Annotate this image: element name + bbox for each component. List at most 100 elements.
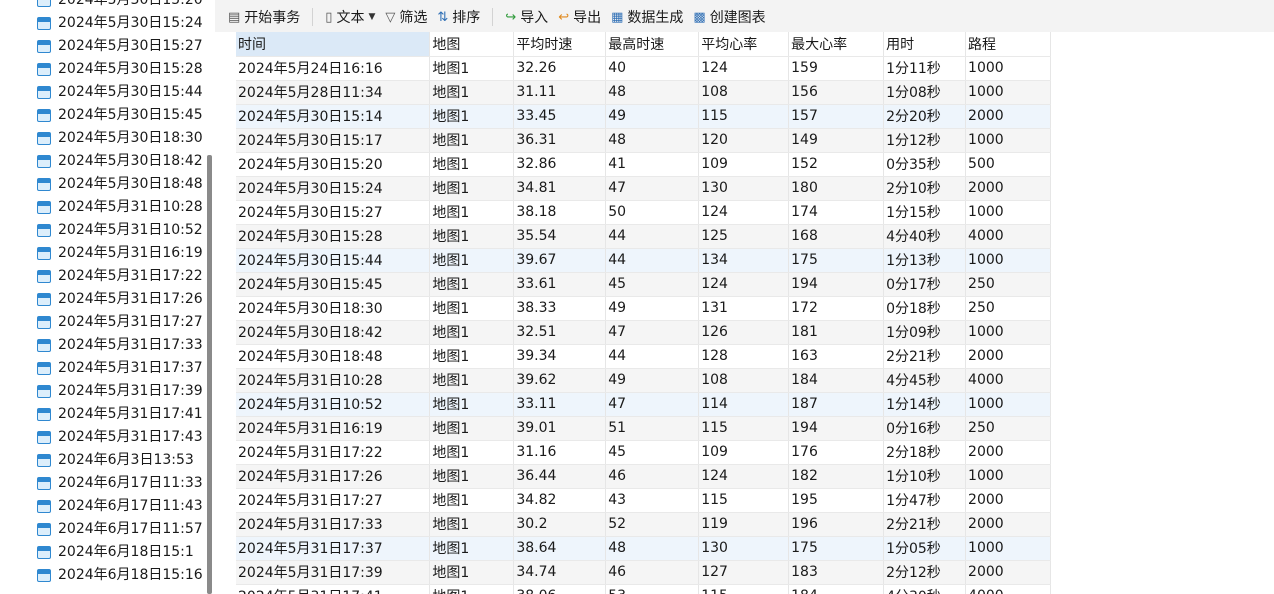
table-cell[interactable]: 115	[698, 584, 790, 594]
sort-button[interactable]: ⇅ 排序	[437, 7, 480, 27]
table-cell[interactable]: 180	[788, 176, 885, 201]
table-cell[interactable]: 地图1	[429, 536, 515, 561]
table-cell[interactable]: 2分10秒	[883, 176, 967, 201]
table-cell[interactable]: 地图1	[429, 296, 515, 321]
table-row[interactable]: 2024年5月30日15:45 地图1 33.61 45 124 194 0分17秒 250	[236, 272, 1051, 297]
table-cell[interactable]: 33.45	[513, 104, 607, 129]
table-cell[interactable]: 地图1	[429, 152, 515, 177]
table-cell[interactable]: 2000	[965, 560, 1051, 585]
table-cell[interactable]: 174	[788, 200, 885, 225]
sidebar-table-item[interactable]: 2024年5月31日16:19	[0, 242, 203, 265]
table-row[interactable]: 2024年5月31日17:41地图138.06531151844分30秒4000	[236, 584, 1051, 594]
table-cell[interactable]: 地图1	[429, 200, 515, 225]
table-row[interactable]: 2024年5月30日18:48 地图1 39.34 44 128 163 2分21秒 2000	[236, 344, 1051, 369]
table-row[interactable]: 2024年5月24日16:16 地图1 32.26 40 124 159 1分11秒 1000	[236, 56, 1051, 81]
table-cell[interactable]: 34.74	[513, 560, 607, 585]
table-cell[interactable]: 地图1	[429, 272, 515, 297]
table-cell[interactable]: 0分35秒	[883, 152, 967, 177]
table-cell[interactable]: 1分14秒	[883, 392, 967, 417]
table-cell[interactable]: 44	[605, 224, 700, 249]
table-cell[interactable]: 194	[788, 272, 885, 297]
table-row[interactable]: 2024年5月30日15:17 地图1 36.31 48 120 149 1分12秒 1000	[236, 128, 1051, 153]
table-cell[interactable]: 38.33	[513, 296, 607, 321]
table-row[interactable]: 2024年5月30日15:14 地图1 33.45 49 115 157 2分20秒 2000	[236, 104, 1051, 129]
column-header[interactable]: 路程	[965, 32, 1051, 57]
table-cell[interactable]: 地图1	[429, 392, 515, 417]
table-cell[interactable]: 152	[788, 152, 885, 177]
table-cell[interactable]: 33.11	[513, 392, 607, 417]
table-cell[interactable]: 43	[605, 488, 700, 513]
table-cell[interactable]: 2分18秒	[883, 440, 967, 465]
table-cell[interactable]: 44	[605, 248, 700, 273]
table-cell[interactable]: 51	[605, 416, 700, 441]
table-cell[interactable]: 0分18秒	[883, 296, 967, 321]
sidebar-table-item[interactable]: 2024年6月18日15:1	[0, 541, 203, 564]
table-cell[interactable]: 500	[965, 152, 1051, 177]
table-cell[interactable]: 38.18	[513, 200, 607, 225]
column-header[interactable]: 平均心率	[698, 32, 790, 57]
table-cell[interactable]: 34.81	[513, 176, 607, 201]
table-cell[interactable]: 184	[788, 368, 885, 393]
table-cell[interactable]: 130	[698, 176, 790, 201]
table-cell[interactable]: 4分40秒	[883, 224, 967, 249]
table-cell[interactable]: 1分05秒	[883, 536, 967, 561]
table-cell[interactable]: 48	[605, 536, 700, 561]
table-row[interactable]: 2024年5月31日17:27 地图1 34.82 43 115 195 1分47秒 2000	[236, 488, 1051, 513]
export-button[interactable]: ↩ 导出	[558, 7, 601, 27]
table-cell[interactable]: 2024年5月24日16:16	[236, 56, 431, 81]
table-cell[interactable]: 196	[788, 512, 885, 537]
table-row[interactable]: 2024年5月30日15:27 地图1 38.18 50 124 174 1分15秒 1000	[236, 200, 1051, 225]
column-header[interactable]: 用时	[883, 32, 967, 57]
table-cell[interactable]: 32.51	[513, 320, 607, 345]
table-cell[interactable]: 134	[698, 248, 790, 273]
table-cell[interactable]: 250	[965, 416, 1051, 441]
table-cell[interactable]: 地图1	[429, 560, 515, 585]
sidebar-table-item[interactable]: 2024年5月30日18:42	[0, 150, 203, 173]
table-cell[interactable]: 46	[605, 464, 700, 489]
table-cell[interactable]: 4000	[965, 584, 1051, 594]
table-cell[interactable]: 127	[698, 560, 790, 585]
filter-button[interactable]: ▽ 筛选	[385, 7, 427, 27]
sidebar-table-item[interactable]: 2024年6月18日15:16	[0, 564, 203, 587]
sidebar-table-item[interactable]: 2024年5月31日10:28	[0, 196, 203, 219]
table-cell[interactable]: 2000	[965, 440, 1051, 465]
table-cell[interactable]: 38.06	[513, 584, 607, 594]
table-cell[interactable]: 2024年5月31日17:33	[236, 512, 431, 537]
table-cell[interactable]: 2分21秒	[883, 344, 967, 369]
sidebar-table-item[interactable]: 2024年5月31日17:37	[0, 357, 203, 380]
table-cell[interactable]: 128	[698, 344, 790, 369]
chevron-down-icon[interactable]: ▼	[368, 12, 375, 22]
table-cell[interactable]: 47	[605, 392, 700, 417]
table-cell[interactable]: 33.61	[513, 272, 607, 297]
table-cell[interactable]: 131	[698, 296, 790, 321]
table-cell[interactable]: 1分09秒	[883, 320, 967, 345]
table-cell[interactable]: 119	[698, 512, 790, 537]
table-cell[interactable]: 30.2	[513, 512, 607, 537]
sidebar-table-item[interactable]: 2024年5月30日18:30	[0, 127, 203, 150]
table-cell[interactable]: 250	[965, 272, 1051, 297]
table-cell[interactable]: 108	[698, 368, 790, 393]
sidebar-table-item[interactable]: 2024年5月31日17:41	[0, 403, 203, 426]
table-cell[interactable]: 48	[605, 128, 700, 153]
table-cell[interactable]: 1000	[965, 320, 1051, 345]
table-cell[interactable]: 114	[698, 392, 790, 417]
table-cell[interactable]: 2024年5月31日17:37	[236, 536, 431, 561]
table-cell[interactable]: 2024年5月31日17:27	[236, 488, 431, 513]
table-row[interactable]: 2024年5月30日18:30 地图1 38.33 49 131 172 0分18秒 250	[236, 296, 1051, 321]
table-row[interactable]: 2024年5月28日11:34 地图1 31.11 48 108 156 1分08秒 1000	[236, 80, 1051, 105]
table-cell[interactable]: 41	[605, 152, 700, 177]
table-cell[interactable]: 1分12秒	[883, 128, 967, 153]
table-cell[interactable]: 2024年5月28日11:34	[236, 80, 431, 105]
table-cell[interactable]: 38.64	[513, 536, 607, 561]
table-row[interactable]: 2024年5月30日15:20 地图1 32.86 41 109 152 0分35秒 500	[236, 152, 1051, 177]
table-cell[interactable]: 36.44	[513, 464, 607, 489]
table-cell[interactable]: 124	[698, 464, 790, 489]
begin-transaction-button[interactable]: ▤ 开始事务	[228, 7, 300, 27]
table-cell[interactable]: 2000	[965, 488, 1051, 513]
table-cell[interactable]: 194	[788, 416, 885, 441]
table-cell[interactable]: 159	[788, 56, 885, 81]
table-cell[interactable]: 2000	[965, 104, 1051, 129]
table-cell[interactable]: 39.01	[513, 416, 607, 441]
sidebar-table-item[interactable]: 2024年6月17日11:57	[0, 518, 203, 541]
table-cell[interactable]: 地图1	[429, 584, 515, 594]
